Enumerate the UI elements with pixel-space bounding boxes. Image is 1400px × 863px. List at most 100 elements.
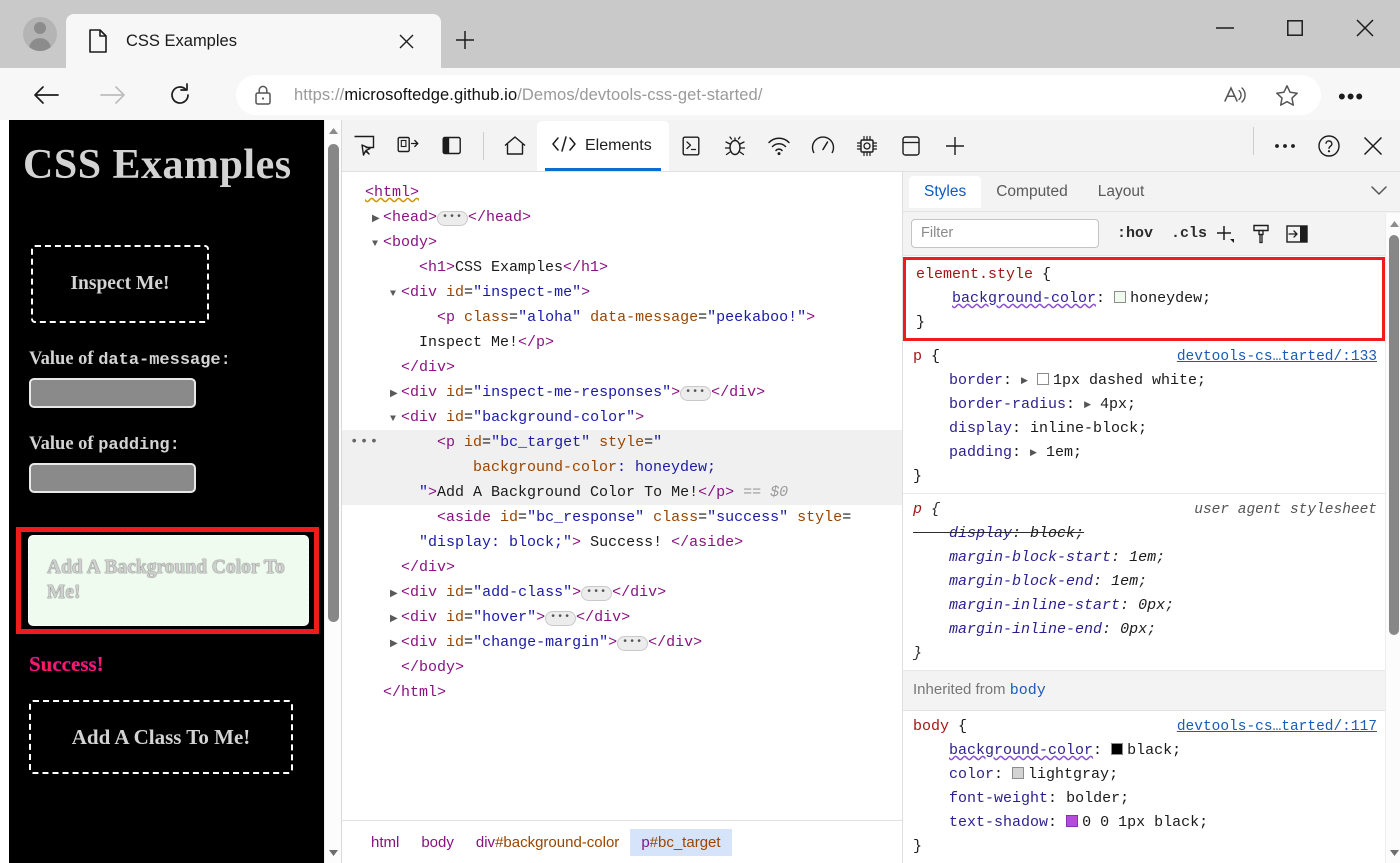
dom-tree-line[interactable]: </html> — [342, 680, 902, 705]
color-swatch[interactable] — [1037, 373, 1049, 385]
disclosure-triangle[interactable]: ▶ — [390, 582, 401, 607]
color-swatch[interactable] — [1111, 743, 1123, 755]
css-property[interactable]: font-weight — [949, 790, 1048, 807]
css-value[interactable]: 1em — [1111, 573, 1138, 590]
stylesheet-source-link[interactable]: devtools-cs…tarted/:117 — [1177, 715, 1377, 739]
close-icon[interactable] — [393, 28, 419, 54]
styles-scrollbar[interactable] — [1385, 213, 1400, 863]
css-property[interactable]: margin-inline-end — [949, 621, 1102, 638]
style-rules[interactable]: element.style { background-color: honeyd… — [903, 257, 1385, 863]
new-tab-button[interactable] — [448, 23, 482, 57]
breadcrumb-item[interactable]: html — [360, 829, 410, 856]
disclosure-triangle[interactable]: ▶ — [390, 382, 401, 407]
reload-icon[interactable] — [159, 74, 201, 116]
url-bar[interactable]: https://microsoftedge.github.io/Demos/de… — [236, 75, 1321, 115]
filter-input[interactable]: Filter — [911, 219, 1099, 248]
profile-button[interactable] — [14, 10, 66, 58]
disclosure-triangle[interactable]: ▼ — [372, 232, 383, 257]
dom-tree-line[interactable]: </div> — [342, 555, 902, 580]
tab-elements[interactable]: Elements — [537, 121, 669, 171]
scroll-up-icon[interactable] — [1386, 215, 1400, 232]
css-property[interactable]: background-color — [949, 742, 1093, 759]
scroll-down-icon[interactable] — [325, 844, 342, 861]
browser-tab[interactable]: CSS Examples — [66, 14, 441, 68]
debugger-icon[interactable] — [713, 121, 757, 171]
ellipsis-icon[interactable] — [1263, 121, 1307, 171]
css-property[interactable]: color — [949, 766, 994, 783]
breadcrumb-item[interactable]: p#bc_target — [630, 829, 731, 856]
chevron-down-icon[interactable] — [1371, 183, 1387, 200]
disclosure-triangle[interactable]: ▼ — [390, 407, 401, 432]
css-value[interactable]: 1em — [1129, 549, 1156, 566]
css-property[interactable]: margin-block-start — [949, 549, 1111, 566]
star-icon[interactable] — [1261, 75, 1313, 115]
dom-tree-line[interactable]: Inspect Me!</p> — [342, 330, 902, 355]
dom-tree-line[interactable]: </div> — [342, 355, 902, 380]
color-swatch[interactable] — [1012, 767, 1024, 779]
css-declaration[interactable]: display: block; — [903, 522, 1385, 546]
ellipsis-icon[interactable]: ••• — [1338, 86, 1364, 108]
arrow-left-icon[interactable] — [25, 74, 67, 116]
performance-icon[interactable] — [801, 121, 845, 171]
css-value[interactable]: 0px — [1138, 597, 1165, 614]
css-declaration[interactable]: display: inline-block; — [903, 417, 1385, 441]
dom-tree-line[interactable]: ▶<head>•••</head> — [342, 205, 902, 230]
expand-triangle[interactable]: ▶ — [1021, 369, 1028, 393]
expand-triangle[interactable]: ▶ — [1084, 393, 1091, 417]
scrollbar-thumb[interactable] — [1389, 235, 1399, 635]
css-value[interactable]: 0px — [1120, 621, 1147, 638]
css-property[interactable]: text-shadow — [949, 814, 1048, 831]
application-icon[interactable] — [889, 121, 933, 171]
close-icon[interactable] — [1330, 0, 1400, 56]
dom-tree-line[interactable]: ▶<div id="add-class">•••</div> — [342, 580, 902, 605]
css-declaration[interactable]: margin-inline-end: 0px; — [903, 618, 1385, 642]
dom-tree-line[interactable]: <aside id="bc_response" class="success" … — [342, 505, 902, 530]
dom-tree-line[interactable]: ▼<body> — [342, 230, 902, 255]
css-declaration[interactable]: margin-block-end: 1em; — [903, 570, 1385, 594]
css-declaration[interactable]: border: ▶ 1px dashed white; — [903, 369, 1385, 393]
toggle-sidebar-icon[interactable] — [1279, 219, 1315, 249]
css-property[interactable]: margin-block-end — [949, 573, 1093, 590]
css-property[interactable]: padding — [949, 444, 1012, 461]
css-property[interactable]: margin-inline-start — [949, 597, 1120, 614]
css-declaration[interactable]: text-shadow: 0 0 1px black; — [903, 811, 1385, 835]
disclosure-triangle[interactable]: ▶ — [390, 607, 401, 632]
stylesheet-source-link[interactable]: devtools-cs…tarted/:133 — [1177, 345, 1377, 369]
css-value[interactable]: 1em — [1046, 444, 1073, 461]
console-icon[interactable] — [669, 121, 713, 171]
scroll-down-icon[interactable] — [1386, 844, 1400, 861]
network-icon[interactable] — [757, 121, 801, 171]
help-icon[interactable] — [1307, 121, 1351, 171]
disclosure-triangle[interactable]: ▶ — [372, 207, 383, 232]
scroll-up-icon[interactable] — [325, 122, 342, 139]
dock-side-icon[interactable] — [430, 121, 474, 171]
dom-tree-line[interactable]: </body> — [342, 655, 902, 680]
style-rule[interactable]: devtools-cs…tarted/:117body { background… — [903, 711, 1385, 863]
disclosure-triangle[interactable]: ▼ — [390, 282, 401, 307]
breadcrumb-item[interactable]: div#background-color — [465, 829, 630, 856]
css-declaration[interactable]: font-weight: bolder; — [903, 787, 1385, 811]
cls-toggle[interactable]: .cls — [1171, 225, 1207, 242]
css-value[interactable]: 4px — [1100, 396, 1127, 413]
dom-tree-line[interactable]: <h1>CSS Examples</h1> — [342, 255, 902, 280]
css-property[interactable]: border — [949, 372, 1003, 389]
dom-tree-line[interactable]: "display: block;"> Success! </aside> — [342, 530, 902, 555]
css-property[interactable]: border-radius — [949, 396, 1066, 413]
dom-tree-line[interactable]: ▼<div id="background-color"> — [342, 405, 902, 430]
dom-gutter-ellipsis[interactable]: ••• — [350, 430, 380, 455]
dom-tree[interactable]: <html>▶<head>•••</head>▼<body><h1>CSS Ex… — [342, 172, 902, 820]
tab-computed[interactable]: Computed — [981, 176, 1083, 208]
inherited-from-element[interactable]: body — [1010, 682, 1046, 699]
css-value[interactable]: lightgray — [1028, 766, 1109, 783]
css-value[interactable]: 0 0 1px black — [1082, 814, 1199, 831]
home-icon[interactable] — [493, 121, 537, 171]
add-class-box[interactable]: Add A Class To Me! — [29, 700, 293, 774]
css-value[interactable]: 1px dashed white — [1053, 372, 1197, 389]
css-declaration[interactable]: background-color: black; — [903, 739, 1385, 763]
plus-icon[interactable] — [1207, 219, 1243, 249]
inspect-element-icon[interactable] — [342, 121, 386, 171]
css-declaration[interactable]: margin-inline-start: 0px; — [903, 594, 1385, 618]
css-value[interactable]: bolder — [1066, 790, 1120, 807]
paintbrush-icon[interactable] — [1243, 219, 1279, 249]
css-value[interactable]: honeydew — [1130, 290, 1202, 307]
